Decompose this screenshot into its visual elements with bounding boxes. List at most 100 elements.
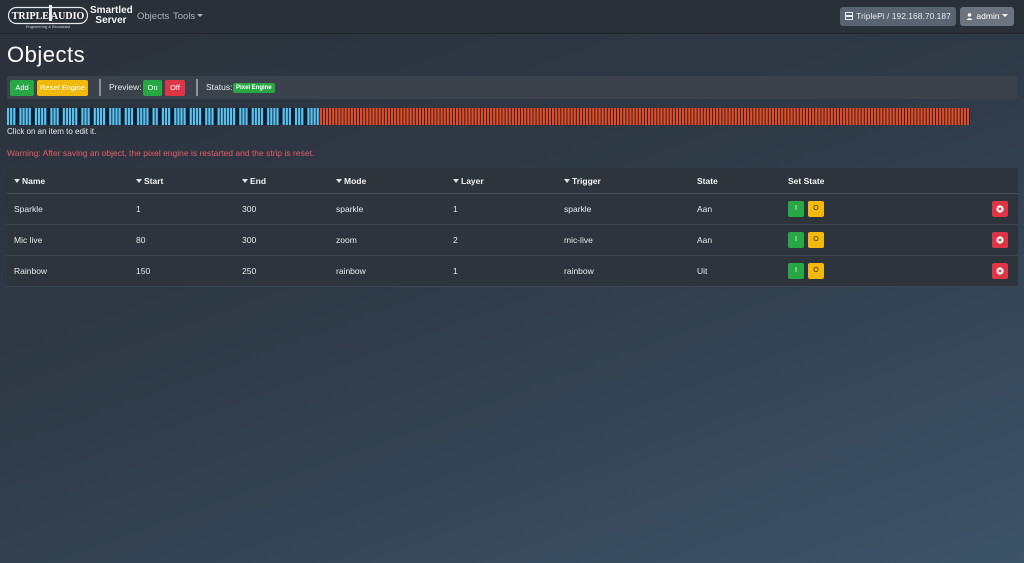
strip-led: [285, 108, 288, 125]
server-button[interactable]: TriplePi / 192.168.70.187: [840, 7, 956, 26]
column-header-trigger[interactable]: Trigger: [564, 168, 601, 193]
delete-cell: [992, 256, 1008, 286]
strip-led: [149, 108, 152, 125]
strip-led: [960, 108, 963, 125]
strip-led: [437, 108, 440, 125]
strip-led: [267, 108, 270, 125]
sort-icon: [136, 178, 142, 183]
strip-led: [47, 108, 50, 125]
strip-led: [802, 108, 805, 125]
strip-led: [620, 108, 623, 125]
strip-led: [923, 108, 926, 125]
delete-button[interactable]: [992, 232, 1008, 248]
strip-led: [341, 108, 344, 125]
strip-led: [75, 108, 78, 125]
strip-led: [883, 108, 886, 125]
table-row[interactable]: Sparkle 1 300 sparkle 1 sparkle Aan I O: [7, 194, 1018, 225]
strip-led: [855, 108, 858, 125]
strip-led: [372, 108, 375, 125]
strip-led: [849, 108, 852, 125]
strip-led: [220, 108, 223, 125]
state-on-button[interactable]: I: [788, 232, 804, 248]
strip-led: [288, 108, 291, 125]
nav-dropdown-tools[interactable]: Tools: [173, 11, 204, 22]
pixel-strip-preview: [7, 108, 970, 125]
state-on-button[interactable]: I: [788, 201, 804, 217]
strip-led: [294, 108, 298, 125]
strip-led: [62, 108, 65, 125]
strip-led: [870, 108, 874, 125]
strip-led: [666, 108, 669, 125]
sort-icon: [242, 178, 248, 183]
column-header-name[interactable]: Name: [14, 168, 45, 193]
strip-led: [629, 108, 632, 125]
strip-led: [836, 108, 840, 125]
column-header-layer[interactable]: Layer: [453, 168, 484, 193]
strip-led: [564, 108, 567, 125]
strip-led: [164, 108, 168, 125]
strip-led: [415, 108, 418, 125]
strip-led: [106, 108, 109, 125]
strip-led: [592, 108, 595, 125]
strip-led: [942, 108, 945, 125]
strip-led: [486, 108, 490, 125]
cell-trigger: mic-live: [564, 235, 593, 245]
delete-button[interactable]: [992, 201, 1008, 217]
column-header-start[interactable]: Start: [136, 168, 163, 193]
strip-led: [750, 108, 753, 125]
column-header-mode[interactable]: Mode: [336, 168, 366, 193]
user-menu-button[interactable]: admin: [960, 7, 1014, 26]
server-icon: [845, 12, 854, 20]
nav-link-objects[interactable]: Objects: [137, 11, 169, 22]
cell-end: 300: [242, 235, 257, 245]
strip-led: [360, 108, 363, 125]
strip-led: [276, 108, 279, 125]
table-row[interactable]: Rainbow 150 250 rainbow 1 rainbow Uit I …: [7, 256, 1018, 287]
strip-led: [90, 108, 93, 125]
cell-end: 250: [242, 266, 257, 276]
column-header-end[interactable]: End: [242, 168, 266, 193]
state-on-button[interactable]: I: [788, 263, 804, 279]
status-badge: Pixel Engine: [233, 83, 275, 93]
strip-led: [586, 108, 589, 125]
strip-led: [356, 108, 360, 125]
strip-led: [951, 108, 954, 125]
reset-engine-button[interactable]: Reset Engine: [37, 80, 88, 96]
cell-mode: zoom: [336, 235, 357, 245]
triple-audio-logo[interactable]: TRIPLE AUDIO Engineering & Broadcast: [8, 5, 88, 29]
strip-led: [613, 108, 617, 125]
table-row[interactable]: Mic live 80 300 zoom 2 mic-live Aan I O: [7, 225, 1018, 256]
strip-led: [480, 108, 483, 125]
strip-led: [502, 108, 505, 125]
strip-led: [87, 108, 90, 125]
strip-led: [304, 108, 307, 125]
strip-led: [171, 108, 174, 125]
cell-start: 1: [136, 204, 141, 214]
cell-layer: 1: [453, 204, 458, 214]
set-state-controls: I O: [788, 256, 828, 286]
strip-led: [298, 108, 301, 125]
strip-led: [517, 108, 521, 125]
strip-led: [81, 108, 84, 125]
strip-led: [672, 108, 675, 125]
strip-led: [911, 108, 914, 125]
delete-cell: [992, 225, 1008, 255]
strip-led: [657, 108, 660, 125]
add-button[interactable]: Add: [10, 80, 34, 96]
preview-on-button[interactable]: On: [143, 80, 162, 96]
strip-led: [319, 108, 322, 125]
preview-off-button[interactable]: Off: [165, 80, 185, 96]
state-off-button[interactable]: O: [808, 201, 824, 217]
cell-name: Rainbow: [14, 266, 48, 276]
strip-led: [412, 108, 415, 125]
cell-state: Aan: [697, 204, 713, 214]
delete-button[interactable]: [992, 263, 1008, 279]
state-off-button[interactable]: O: [808, 263, 824, 279]
strip-led: [10, 108, 13, 125]
strip-led: [425, 108, 428, 125]
strip-led: [703, 108, 706, 125]
strip-led: [635, 108, 638, 125]
strip-led: [917, 108, 920, 125]
state-off-button[interactable]: O: [808, 232, 824, 248]
brand-title[interactable]: Smartled Server: [90, 6, 133, 26]
